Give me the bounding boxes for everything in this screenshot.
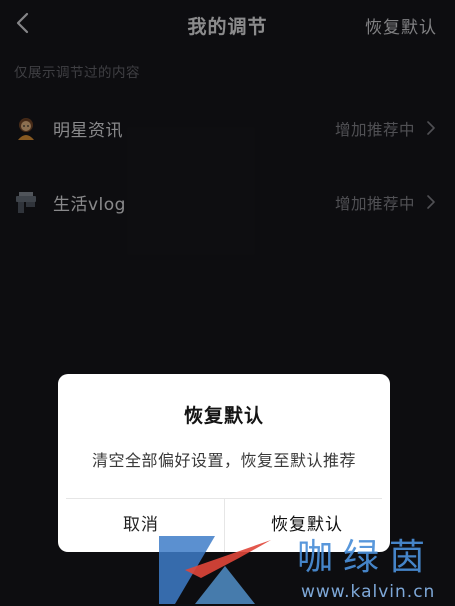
watermark-text: 咖绿茵 xyxy=(297,537,436,578)
dialog-message: 清空全部偏好设置，恢复至默认推荐 xyxy=(91,451,356,470)
dialog-title: 恢复默认 xyxy=(183,405,264,427)
watermark: 咖绿茵 www.kalvin.cn xyxy=(155,520,455,606)
watermark-logo-icon xyxy=(159,536,271,604)
watermark-url: www.kalvin.cn xyxy=(301,582,436,602)
